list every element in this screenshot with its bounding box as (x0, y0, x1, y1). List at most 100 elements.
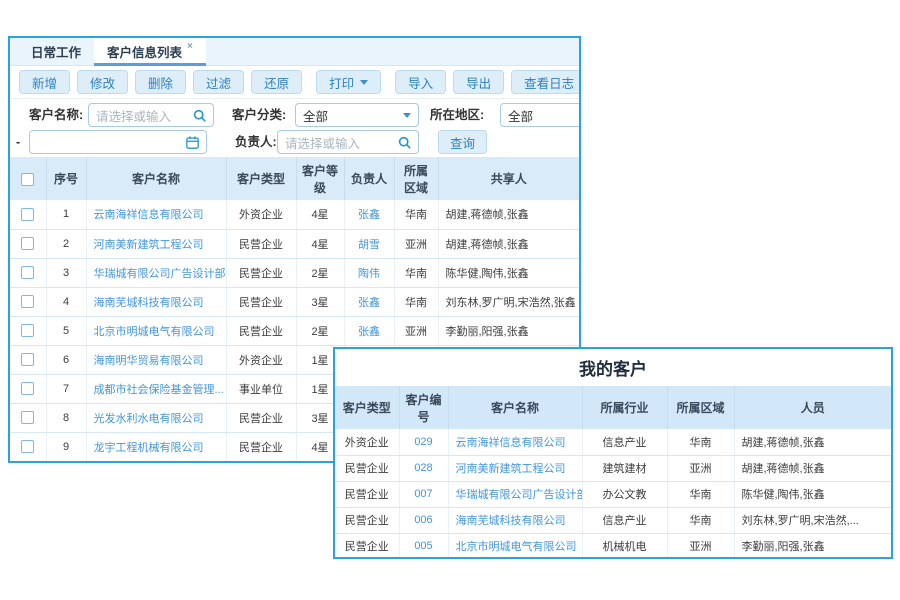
row-checkbox[interactable] (21, 440, 34, 453)
customer-no-link[interactable]: 006 (399, 507, 448, 533)
edit-button[interactable]: 修改 (77, 70, 128, 94)
row-checkbox[interactable] (21, 237, 34, 250)
row-checkbox[interactable] (21, 382, 34, 395)
row-checkbox[interactable] (21, 411, 34, 424)
customer-type-cell: 民营企业 (226, 258, 296, 287)
customer-name-link[interactable]: 光发水利水电有限公司 (86, 403, 226, 432)
customer-name-link[interactable]: 北京市明城电气有限公司 (448, 533, 582, 559)
customer-level-cell: 3星 (296, 287, 344, 316)
customer-type-cell: 民营企业 (335, 533, 399, 559)
customer-name-link[interactable]: 海南芜城科技有限公司 (86, 287, 226, 316)
customer-no-link[interactable]: 028 (399, 455, 448, 481)
close-icon[interactable]: × (187, 41, 193, 52)
shared-people-cell: 李勤丽,阳强,张鑫 (438, 316, 579, 345)
row-number-cell: 2 (46, 229, 86, 258)
row-number-cell: 4 (46, 287, 86, 316)
customer-name-link[interactable]: 北京市明城电气有限公司 (86, 316, 226, 345)
customer-name-link[interactable]: 华瑞城有限公司广告设计部 (448, 481, 582, 507)
owner-input[interactable]: 请选择或输入 (277, 130, 419, 154)
col-header-customer-type: 客户类型 (335, 386, 399, 429)
view-log-button[interactable]: 查看日志 (511, 70, 581, 94)
row-select-cell (10, 403, 46, 432)
region-select[interactable]: 全部 (500, 103, 581, 127)
tab-daily-work[interactable]: 日常工作 (18, 38, 94, 65)
shared-people-cell: 陈华健,陶伟,张鑫 (438, 258, 579, 287)
customer-name-input[interactable]: 请选择或输入 (88, 103, 214, 127)
tab-label: 客户信息列表 (107, 42, 182, 61)
query-button[interactable]: 查询 (438, 130, 487, 154)
customer-name-link[interactable]: 云南海祥信息有限公司 (86, 200, 226, 229)
print-button[interactable]: 打印 (316, 70, 381, 94)
customer-name-link[interactable]: 河南美新建筑工程公司 (86, 229, 226, 258)
row-checkbox[interactable] (21, 324, 34, 337)
customer-name-link[interactable]: 成都市社会保险基金管理... (86, 374, 226, 403)
import-button[interactable]: 导入 (395, 70, 446, 94)
tab-bar: 日常工作 客户信息列表 × (10, 38, 579, 66)
customer-no-link[interactable]: 029 (399, 429, 448, 455)
customer-no-link[interactable]: 007 (399, 481, 448, 507)
customer-type-cell: 外资企业 (335, 429, 399, 455)
people-cell: 胡建,蒋德帧,张鑫 (734, 429, 891, 455)
industry-cell: 办公文教 (582, 481, 667, 507)
search-icon[interactable] (398, 136, 411, 149)
customer-name-link[interactable]: 龙宇工程机械有限公司 (86, 432, 226, 461)
row-select-cell (10, 258, 46, 287)
customer-name-link[interactable]: 海南明华贸易有限公司 (86, 345, 226, 374)
table-row: 2河南美新建筑工程公司民营企业4星胡雪亚洲胡建,蒋德帧,张鑫 (10, 229, 579, 258)
date-input[interactable] (29, 130, 207, 154)
region-cell: 华南 (667, 481, 734, 507)
filter-button[interactable]: 过滤 (193, 70, 244, 94)
region-label: 所在地区: (430, 103, 484, 127)
industry-cell: 信息产业 (582, 507, 667, 533)
select-all-cell (10, 157, 46, 200)
add-button[interactable]: 新增 (19, 70, 70, 94)
customer-name-link[interactable]: 海南芜城科技有限公司 (448, 507, 582, 533)
people-cell: 刘东林,罗广明,宋浩然,... (734, 507, 891, 533)
table-header-row: 客户类型 客户编 号 客户名称 所属行业 所属区域 人员 (335, 386, 891, 429)
customer-type-cell: 外资企业 (226, 200, 296, 229)
owner-link[interactable]: 张鑫 (344, 316, 394, 345)
row-checkbox[interactable] (21, 295, 34, 308)
calendar-icon[interactable] (186, 136, 199, 149)
select-all-checkbox[interactable] (21, 173, 34, 186)
row-checkbox[interactable] (21, 353, 34, 366)
table-row: 4海南芜城科技有限公司民营企业3星张鑫华南刘东林,罗广明,宋浩然,张鑫 (10, 287, 579, 316)
tab-customer-list[interactable]: 客户信息列表 × (94, 38, 206, 65)
owner-link[interactable]: 张鑫 (344, 287, 394, 316)
customer-type-cell: 民营企业 (335, 507, 399, 533)
search-icon[interactable] (193, 109, 206, 122)
row-number-cell: 5 (46, 316, 86, 345)
col-header-industry: 所属行业 (582, 386, 667, 429)
region-cell: 亚洲 (667, 455, 734, 481)
col-header-customer-name: 客户名称 (86, 157, 226, 200)
row-select-cell (10, 200, 46, 229)
export-button[interactable]: 导出 (453, 70, 504, 94)
customer-name-link[interactable]: 河南美新建筑工程公司 (448, 455, 582, 481)
region-cell: 华南 (667, 429, 734, 455)
col-header-shared: 共享人 (438, 157, 579, 200)
row-select-cell (10, 316, 46, 345)
restore-button[interactable]: 还原 (251, 70, 302, 94)
customer-type-cell: 民营企业 (335, 481, 399, 507)
category-select[interactable]: 全部 (295, 103, 419, 127)
delete-button[interactable]: 删除 (135, 70, 186, 94)
col-header-people: 人员 (734, 386, 891, 429)
row-number-cell: 6 (46, 345, 86, 374)
owner-link[interactable]: 张鑫 (344, 200, 394, 229)
customer-no-link[interactable]: 005 (399, 533, 448, 559)
owner-link[interactable]: 胡雪 (344, 229, 394, 258)
row-checkbox[interactable] (21, 266, 34, 279)
category-label: 客户分类: (232, 103, 286, 127)
customer-type-cell: 民营企业 (226, 287, 296, 316)
people-cell: 李勤丽,阳强,张鑫 (734, 533, 891, 559)
customer-type-cell: 外资企业 (226, 345, 296, 374)
row-checkbox[interactable] (21, 208, 34, 221)
customer-type-cell: 民营企业 (226, 403, 296, 432)
owner-link[interactable]: 陶伟 (344, 258, 394, 287)
customer-name-link[interactable]: 云南海祥信息有限公司 (448, 429, 582, 455)
row-select-cell (10, 432, 46, 461)
chevron-down-icon (360, 80, 368, 85)
people-cell: 陈华健,陶伟,张鑫 (734, 481, 891, 507)
customer-name-link[interactable]: 华瑞城有限公司广告设计部 (86, 258, 226, 287)
col-header-region: 所属 区域 (394, 157, 438, 200)
